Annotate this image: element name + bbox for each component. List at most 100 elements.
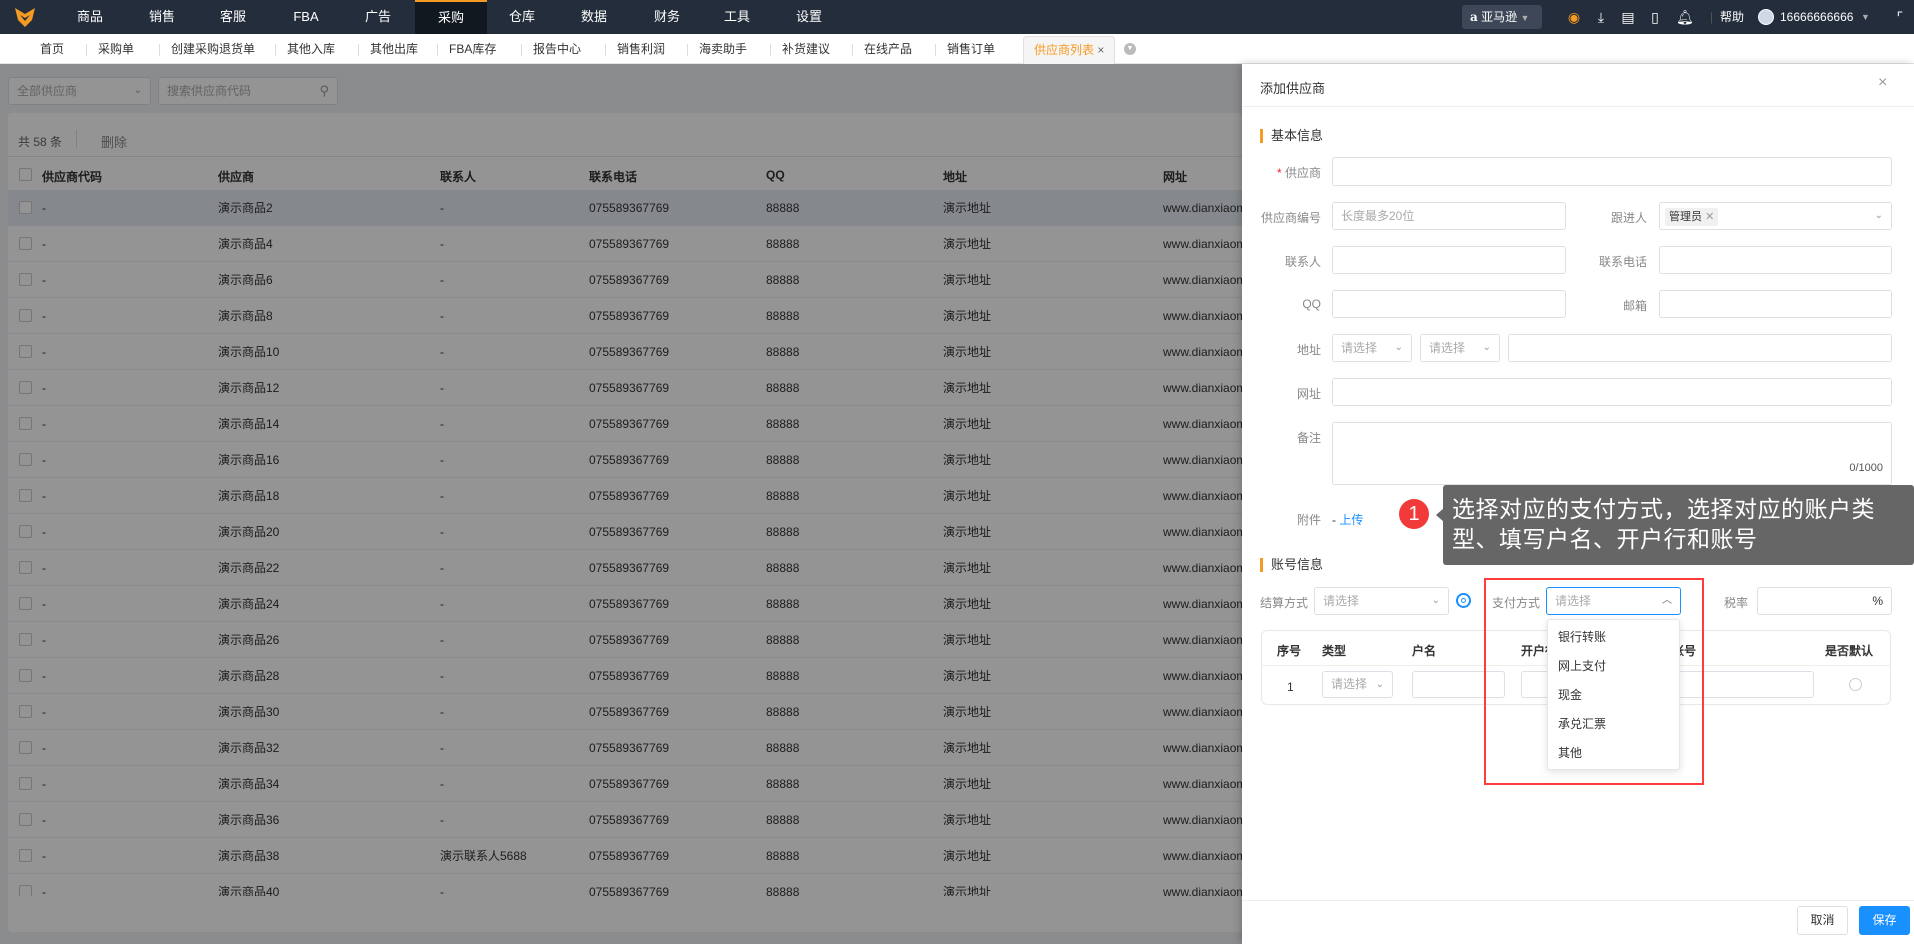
label-tax: 税率 — [1724, 596, 1749, 610]
tab-item[interactable]: 创建采购退货单 — [171, 34, 255, 64]
bell-icon[interactable]: 🔔︎ — [1676, 8, 1694, 26]
qq-input[interactable] — [1332, 290, 1566, 318]
settlement-select[interactable]: 请选择 ⌄ — [1314, 587, 1449, 615]
marketplace-label: 亚马逊 — [1481, 10, 1518, 24]
nav-item[interactable]: 广告 — [342, 0, 414, 34]
nav-item[interactable]: 客服 — [197, 0, 269, 34]
label-phone: 联系电话 — [1598, 255, 1647, 269]
upload-link[interactable]: 上传 — [1339, 513, 1363, 527]
tab-item[interactable]: 销售订单 — [947, 34, 995, 64]
tab-separator — [935, 44, 936, 56]
address-detail-input[interactable] — [1508, 334, 1892, 362]
label-website: 网址 — [1296, 387, 1321, 401]
tab-separator — [437, 44, 438, 56]
avatar[interactable] — [1758, 9, 1774, 25]
nav-item[interactable]: 商品 — [54, 0, 126, 34]
tab-item[interactable]: 其他入库 — [287, 34, 335, 64]
tag-close-icon[interactable]: ✕ — [1705, 211, 1714, 223]
tab-item[interactable]: 其他出库 — [370, 34, 418, 64]
remark-textarea[interactable]: 0/1000 — [1332, 422, 1892, 485]
more-tabs-icon[interactable]: ▼ — [1124, 43, 1136, 55]
settings-gear-icon[interactable] — [1456, 593, 1471, 608]
supplier-no-input[interactable]: 长度最多20位 — [1332, 202, 1566, 230]
col-type: 类型 — [1322, 644, 1347, 658]
tab-separator — [159, 44, 160, 56]
nav-item[interactable]: 数据 — [558, 0, 630, 34]
nav-item[interactable]: FBA — [270, 0, 342, 34]
nav-item[interactable]: 设置 — [773, 0, 845, 34]
top-nav: 商品 销售 客服 FBA 广告 采购 仓库 数据 财务 工具 设置 a 亚马逊 ▼ ◉ ⤓ ▤ ▯ … — [0, 0, 1914, 34]
help-link[interactable]: 帮助 — [1720, 0, 1744, 34]
contact-input[interactable] — [1332, 246, 1566, 274]
col-default: 是否默认 — [1825, 644, 1874, 658]
cancel-button[interactable]: 取消 — [1797, 906, 1848, 935]
col-index: 序号 — [1277, 644, 1302, 658]
placeholder: 请选择 — [1429, 341, 1466, 355]
label-supplier: 供应商 — [1284, 166, 1321, 180]
placeholder: 请选择 — [1341, 341, 1378, 355]
placeholder: 请选择 — [1331, 677, 1368, 691]
highlight-box — [1484, 578, 1704, 785]
col-account-name: 户名 — [1412, 644, 1437, 658]
drawer-title: 添加供应商 — [1260, 81, 1326, 96]
supplier-input[interactable] — [1332, 157, 1892, 186]
fullscreen-icon[interactable]: ⌜ — [1892, 8, 1908, 26]
logo-icon[interactable] — [14, 6, 36, 28]
nav-item[interactable]: 销售 — [126, 0, 198, 34]
modal-overlay[interactable] — [0, 64, 1242, 944]
tab-separator — [770, 44, 771, 56]
nav-item[interactable]: 仓库 — [486, 0, 558, 34]
province-select[interactable]: 请选择 ⌄ — [1332, 334, 1412, 362]
tab-item[interactable]: 在线产品 — [864, 34, 912, 64]
document-add-icon[interactable]: ▤ — [1620, 8, 1636, 26]
nav-item[interactable]: 采购 — [415, 0, 487, 34]
nav-item[interactable]: 财务 — [631, 0, 703, 34]
marketplace-select[interactable]: a 亚马逊 ▼ — [1462, 5, 1542, 29]
save-button[interactable]: 保存 — [1859, 906, 1910, 935]
tab-item[interactable]: 采购单 — [98, 34, 134, 64]
chevron-down-icon: ⌄ — [1431, 595, 1440, 606]
label-remark: 备注 — [1296, 431, 1321, 445]
chevron-down-icon: ⌄ — [1394, 342, 1403, 353]
section-account-info: 账号信息 — [1260, 558, 1323, 572]
nav-item[interactable]: 工具 — [701, 0, 773, 34]
tab-separator — [86, 44, 87, 56]
tab-item[interactable]: 补货建议 — [782, 34, 830, 64]
city-select[interactable]: 请选择 ⌄ — [1420, 334, 1500, 362]
callout-tooltip: 选择对应的支付方式，选择对应的账户类型、填写户名、开户行和账号 — [1443, 485, 1914, 565]
label-address: 地址 — [1296, 343, 1321, 357]
service-icon[interactable]: ◉ — [1566, 8, 1582, 26]
section-basic-info: 基本信息 — [1260, 129, 1323, 143]
tab-separator — [358, 44, 359, 56]
tab-item[interactable]: 首页 — [40, 34, 64, 64]
close-icon[interactable]: × — [1097, 43, 1104, 57]
percent-unit: % — [1872, 594, 1883, 608]
tab-item[interactable]: 海卖助手 — [699, 34, 747, 64]
label-follower: 跟进人 — [1610, 211, 1647, 225]
step-badge: 1 — [1399, 499, 1429, 529]
tab-separator — [687, 44, 688, 56]
mobile-icon[interactable]: ▯ — [1647, 8, 1663, 26]
default-radio[interactable] — [1849, 678, 1862, 691]
chevron-down-icon[interactable]: ▼ — [1861, 0, 1870, 34]
chevron-down-icon: ⌄ — [1482, 342, 1491, 353]
label-contact: 联系人 — [1284, 255, 1321, 269]
tax-input[interactable]: % — [1757, 587, 1892, 615]
website-input[interactable] — [1332, 378, 1892, 406]
tab-item[interactable]: 销售利润 — [617, 34, 665, 64]
required-mark: * — [1276, 166, 1282, 180]
chevron-down-icon: ⌄ — [1874, 210, 1883, 221]
placeholder: 长度最多20位 — [1341, 209, 1415, 223]
tab-item[interactable]: FBA库存 — [449, 34, 496, 64]
tab-item[interactable]: 报告中心 — [533, 34, 581, 64]
download-icon[interactable]: ⤓ — [1593, 8, 1609, 26]
tab-supplier-list[interactable]: 供应商列表 × — [1023, 36, 1116, 64]
account-type-select[interactable]: 请选择 ⌄ — [1322, 671, 1393, 698]
chevron-down-icon: ⌄ — [1375, 679, 1384, 690]
user-name[interactable]: 16666666666 — [1780, 0, 1853, 34]
follower-select[interactable]: 管理员 ✕ ⌄ — [1659, 202, 1892, 230]
email-input[interactable] — [1659, 290, 1892, 318]
tab-separator — [521, 44, 522, 56]
phone-input[interactable] — [1659, 246, 1892, 274]
close-icon[interactable]: × — [1878, 74, 1887, 92]
